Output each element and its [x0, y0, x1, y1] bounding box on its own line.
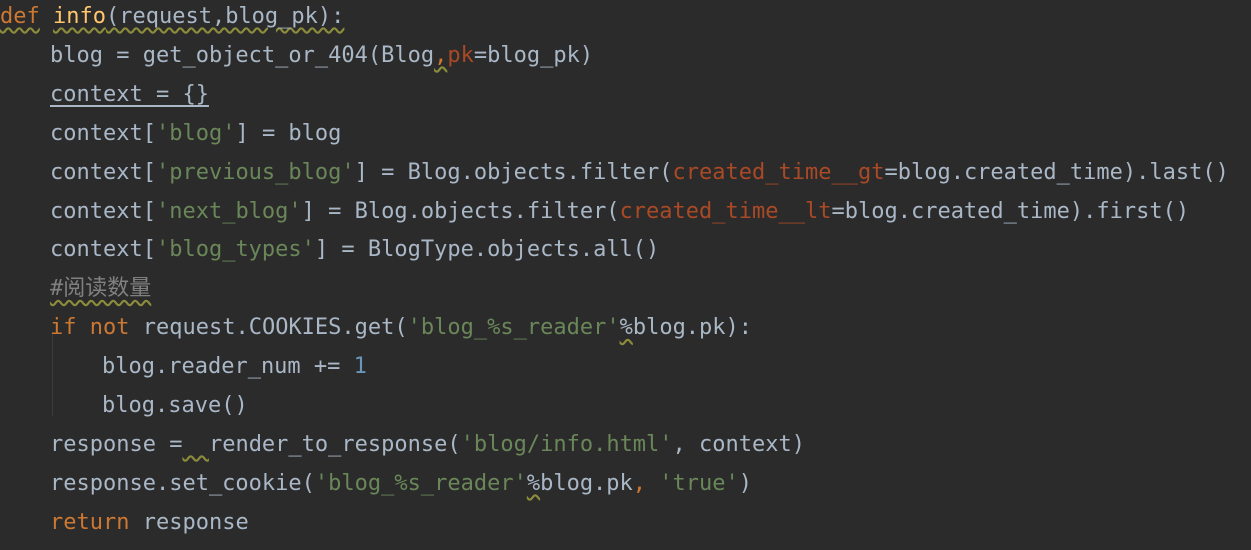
- code-token: 'blog_types': [155, 237, 315, 263]
- code-token: ] = BlogType.objects.all(): [314, 237, 660, 263]
- code-token: (request,blog_pk):: [105, 4, 345, 29]
- code-token: 'next_blog': [155, 198, 302, 224]
- code-token: ,: [632, 470, 660, 496]
- code-token: ] = Blog.objects.filter(: [354, 159, 673, 185]
- code-token: 'previous_blog': [155, 159, 355, 185]
- code-token: response: [129, 509, 249, 535]
- code-token: 'blog_%s_reader': [314, 470, 527, 496]
- code-token: ] = blog: [235, 120, 342, 146]
- code-token: context = {}: [50, 81, 209, 107]
- code-token: context[: [50, 237, 156, 263]
- code-token: created_time__gt: [672, 159, 885, 185]
- code-line[interactable]: context['blog_types'] = BlogType.objects…: [50, 233, 659, 267]
- code-token: blog.reader_num +=: [102, 354, 354, 380]
- code-token: =blog.created_time).last(): [884, 159, 1229, 185]
- code-line[interactable]: blog.reader_num += 1: [102, 350, 367, 384]
- code-token: response =: [50, 431, 183, 457]
- code-token: =blog.created_time).first(): [831, 198, 1190, 224]
- code-token: blog.pk: [540, 470, 633, 496]
- code-token: ] = Blog.objects.filter(: [301, 198, 620, 224]
- code-line[interactable]: context['previous_blog'] = Blog.objects.…: [50, 156, 1229, 190]
- code-token: , context): [672, 431, 805, 457]
- code-line[interactable]: context = {}: [50, 78, 209, 112]
- code-token: render_to_response(: [208, 431, 461, 457]
- code-token: return: [50, 509, 130, 535]
- code-token: %: [526, 470, 541, 496]
- code-token: context[: [50, 120, 156, 146]
- code-token: context[: [50, 198, 156, 224]
- code-token: blog.save(): [102, 393, 248, 418]
- code-token: ): [738, 470, 753, 496]
- code-token: #阅读数量: [50, 276, 152, 302]
- code-token: info: [53, 4, 106, 29]
- code-line[interactable]: response = render_to_response('blog/info…: [50, 428, 805, 462]
- code-line[interactable]: return response: [50, 506, 249, 540]
- code-line[interactable]: if not request.COOKIES.get('blog_%s_read…: [50, 311, 752, 345]
- code-line[interactable]: #阅读数量: [50, 272, 151, 306]
- code-line[interactable]: context['next_blog'] = Blog.objects.filt…: [50, 195, 1189, 229]
- code-token: =blog_pk): [473, 42, 594, 68]
- code-line[interactable]: def info(request,blog_pk):: [0, 0, 344, 34]
- code-token: ,: [434, 42, 448, 68]
- code-token: blog = get_object_or_404(Blog: [50, 42, 435, 68]
- code-token: %: [619, 315, 633, 341]
- code-token: pk: [447, 42, 474, 68]
- code-token: 'true': [659, 470, 739, 496]
- code-line[interactable]: blog.save(): [102, 389, 248, 423]
- code-token: if: [50, 315, 77, 341]
- code-token: context[: [50, 159, 156, 185]
- code-token: response.set_cookie(: [50, 470, 315, 496]
- code-token: 'blog': [155, 120, 236, 146]
- code-token: request.COOKIES.get(: [129, 315, 408, 341]
- code-token: 'blog/info.html': [460, 431, 673, 457]
- code-token: 'blog_%s_reader': [407, 315, 620, 341]
- indent-guide: [52, 334, 53, 416]
- code-token: blog.pk):: [632, 315, 753, 341]
- code-line[interactable]: context['blog'] = blog: [50, 117, 341, 151]
- code-line[interactable]: response.set_cookie('blog_%s_reader'%blo…: [50, 467, 752, 501]
- code-token: not: [89, 315, 130, 341]
- code-editor[interactable]: def info(request,blog_pk):blog = get_obj…: [0, 0, 1251, 550]
- code-token: 1: [353, 354, 367, 380]
- code-token: created_time__lt: [619, 198, 832, 224]
- code-token: def: [0, 4, 40, 29]
- code-line[interactable]: blog = get_object_or_404(Blog,pk=blog_pk…: [50, 39, 593, 73]
